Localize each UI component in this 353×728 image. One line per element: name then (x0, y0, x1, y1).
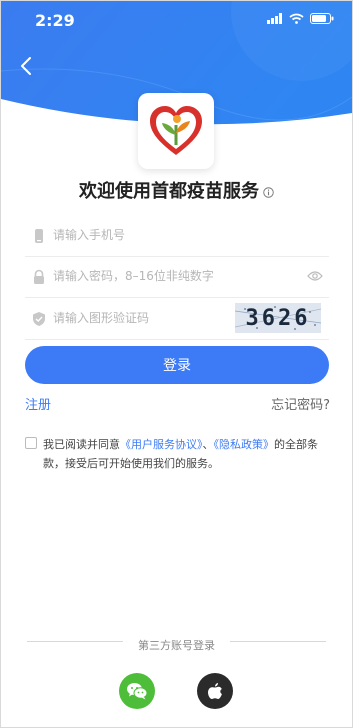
register-link[interactable]: 注册 (25, 394, 51, 413)
page-title: 欢迎使用首都疫苗服务 (1, 177, 352, 203)
page-title-text: 欢迎使用首都疫苗服务 (79, 181, 259, 202)
login-button[interactable]: 登录 (25, 346, 329, 384)
forgot-password-link[interactable]: 忘记密码? (271, 394, 330, 413)
third-party-login: 第三方账号登录 (1, 634, 352, 653)
apple-login-button[interactable] (197, 673, 233, 709)
info-icon[interactable] (263, 186, 274, 198)
privacy-policy-link[interactable]: 《隐私政策》 (214, 438, 275, 451)
status-time: 2:29 (35, 11, 75, 30)
password-input[interactable] (53, 265, 283, 287)
captcha-code: 3626 (245, 305, 311, 331)
wechat-login-button[interactable] (119, 673, 155, 709)
lock-icon (34, 269, 44, 284)
status-bar: 2:29 (1, 1, 352, 41)
phone-input[interactable] (53, 224, 283, 246)
battery-icon (310, 13, 334, 24)
wifi-icon (289, 13, 304, 24)
shield-icon (33, 312, 45, 326)
status-icons (267, 13, 334, 24)
eye-icon[interactable] (307, 270, 323, 282)
user-agreement-link[interactable]: 《用户服务协议》 (120, 438, 203, 451)
wechat-icon (127, 683, 148, 700)
divider-left (27, 641, 123, 642)
captcha-input[interactable] (53, 307, 223, 329)
divider-right (230, 641, 326, 642)
agreement-prefix: 我已阅读并同意 (43, 438, 120, 451)
login-screen: 2:29 欢迎使用首都疫苗服务 请输入手机号 请输入图形验证码 3626 登录 … (0, 0, 353, 728)
phone-field (25, 216, 329, 257)
phone-icon (35, 229, 43, 243)
signal-icon (267, 13, 282, 24)
password-field (25, 257, 329, 298)
agreement-separator: 、 (202, 438, 214, 451)
chevron-left-icon (21, 57, 31, 75)
third-party-label: 第三方账号登录 (130, 639, 223, 652)
agreement-text: 我已阅读并同意《用户服务协议》、《隐私政策》的全部条款，接受后可开始使用我们的服… (43, 435, 329, 473)
app-logo (138, 93, 214, 169)
back-button[interactable] (13, 53, 39, 79)
heart-sprout-logo (150, 106, 202, 155)
captcha-field: 3626 (25, 299, 329, 340)
agreement-checkbox[interactable] (25, 437, 37, 449)
captcha-image[interactable]: 3626 (235, 303, 321, 333)
apple-icon (208, 683, 222, 699)
